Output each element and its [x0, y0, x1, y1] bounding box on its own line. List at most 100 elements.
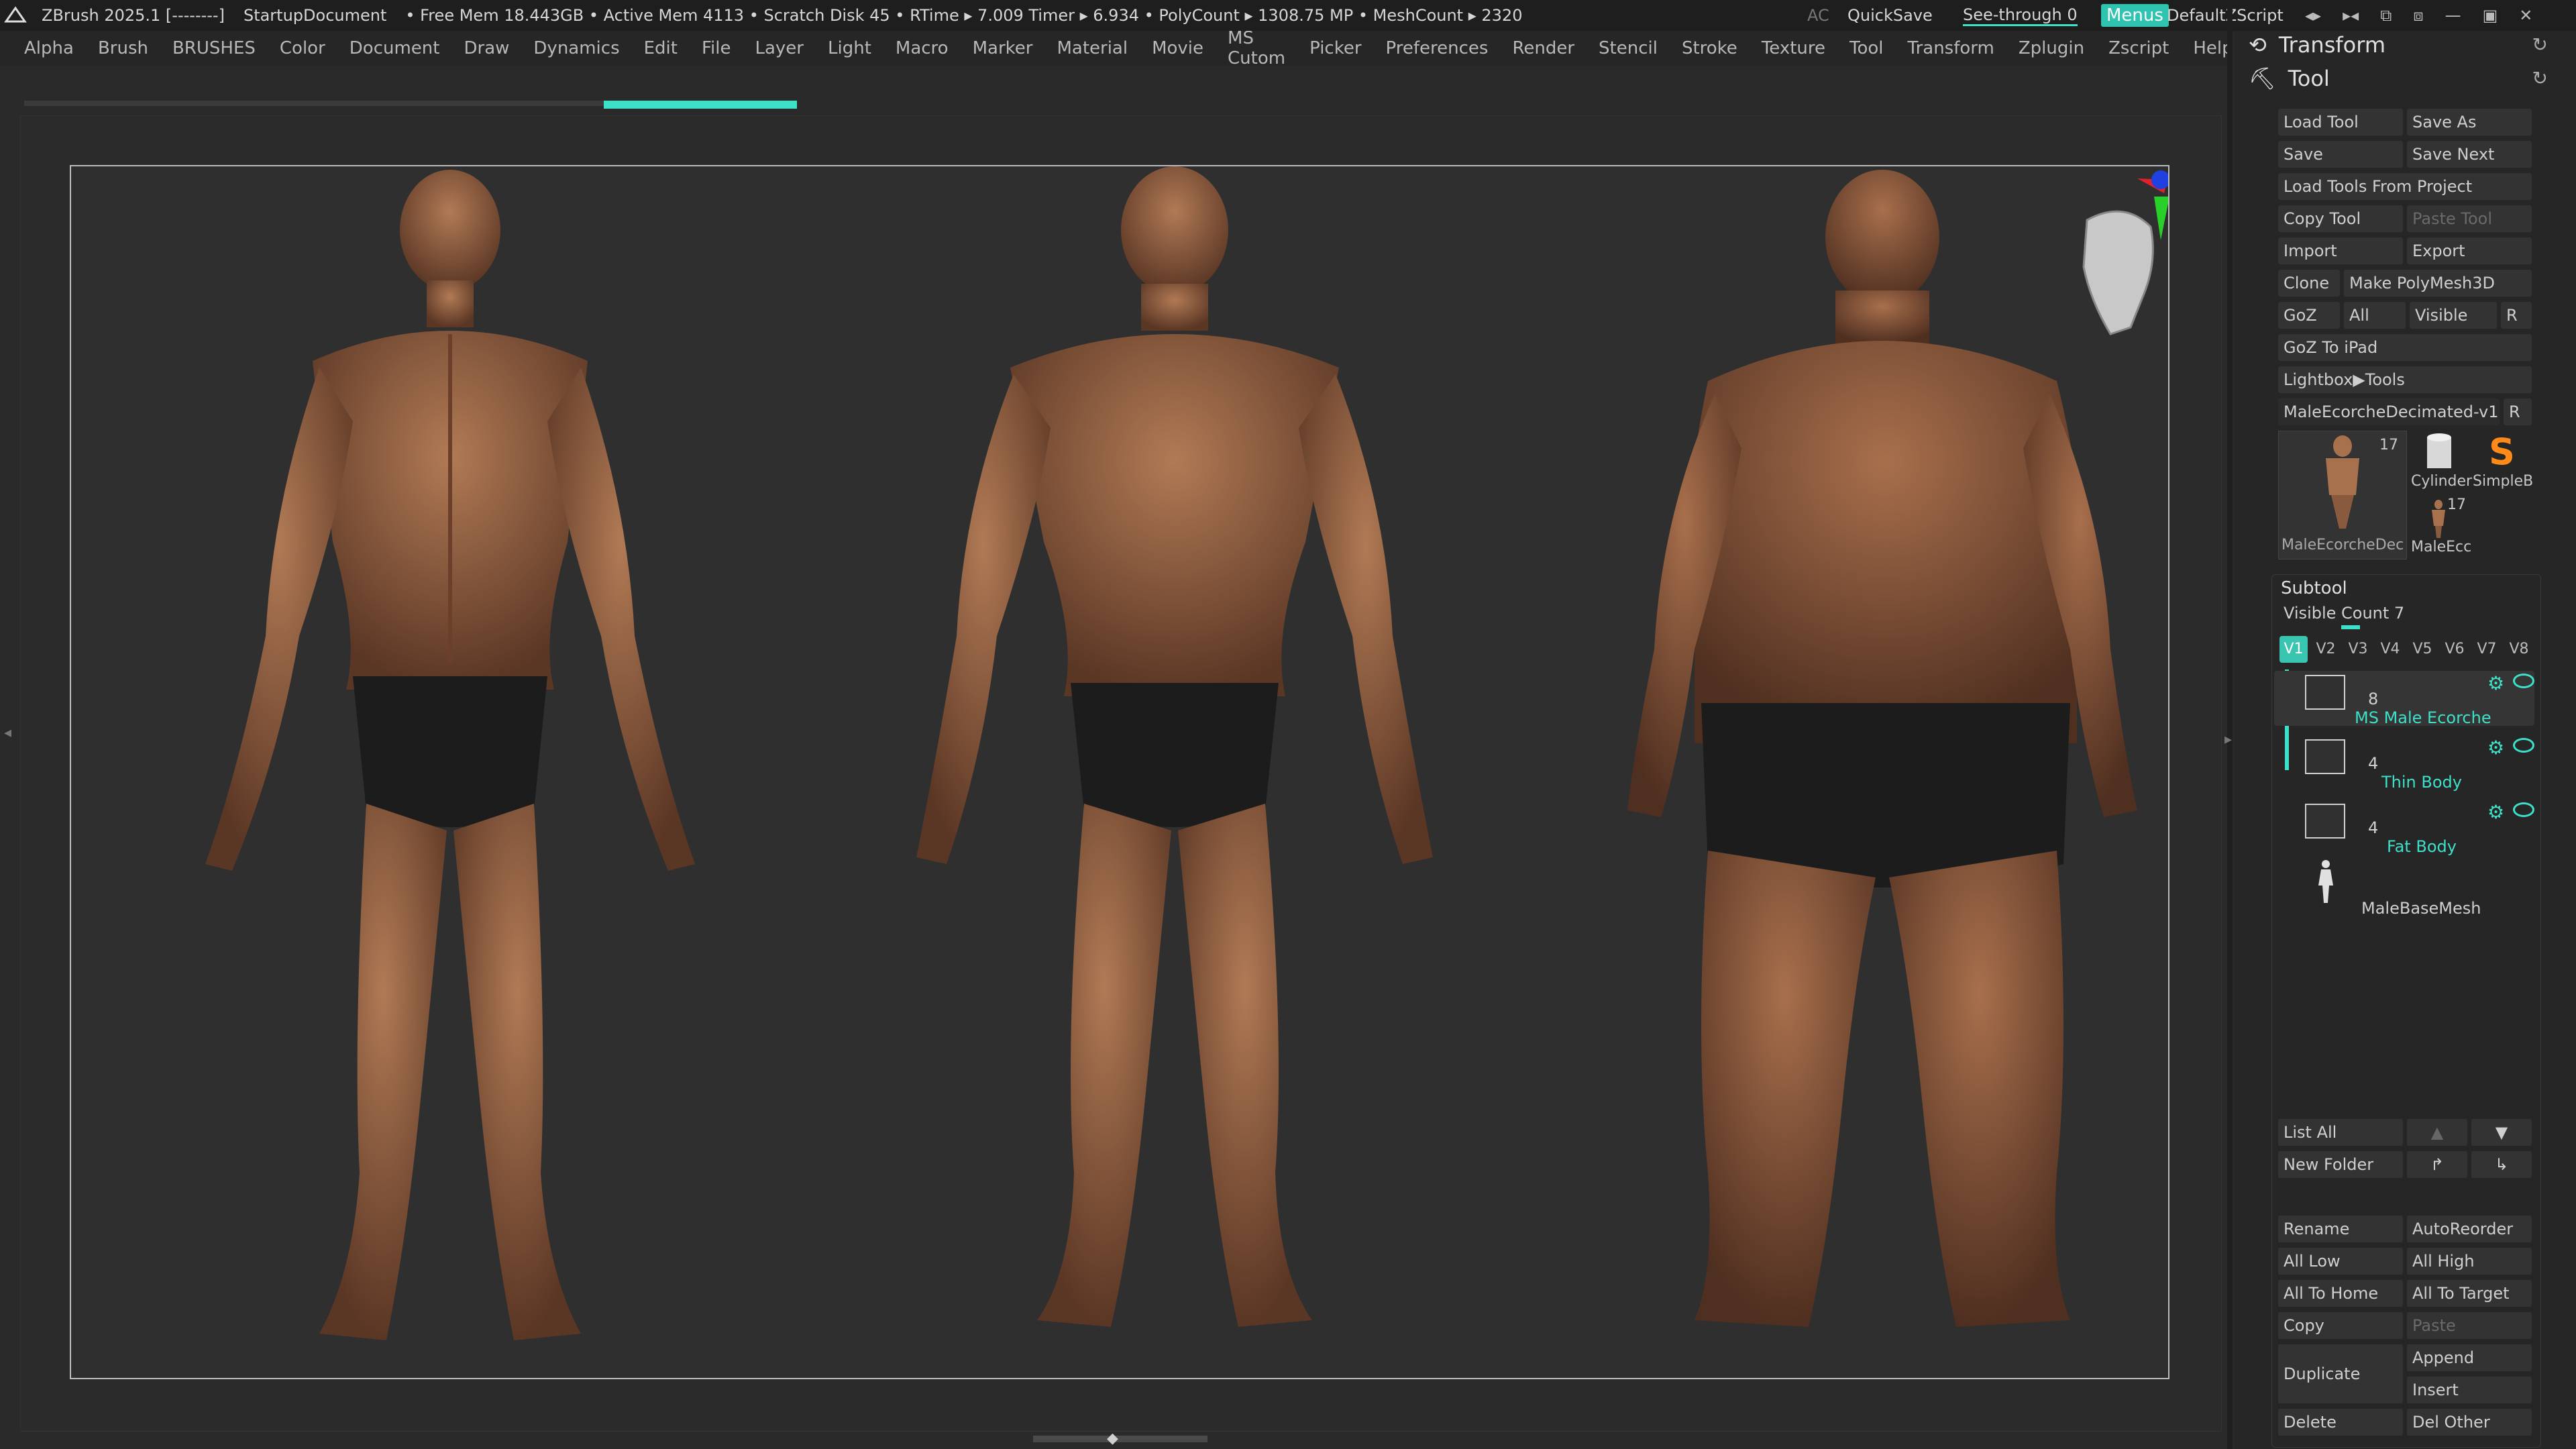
right-shelf-arrow-icon[interactable]: ▸ — [2224, 731, 2232, 748]
tool-thumbnail-simpleb[interactable]: S SimpleB — [2471, 431, 2533, 491]
menu-help[interactable]: Help — [2193, 38, 2227, 58]
insert-button[interactable]: Insert — [2407, 1377, 2532, 1403]
tool-thumbnail-male[interactable]: 17 MaleEcc — [2408, 496, 2471, 557]
menu-alpha[interactable]: Alpha — [24, 38, 74, 58]
subtool-title[interactable]: Subtool — [2281, 578, 2347, 598]
goz-to-ipad-button[interactable]: GoZ To iPad — [2278, 334, 2532, 361]
transform-reset-icon[interactable]: ↻ — [2532, 34, 2548, 56]
copy-button[interactable]: Copy — [2278, 1312, 2403, 1339]
menu-zscript[interactable]: Zscript — [2108, 38, 2169, 58]
gear-icon[interactable]: ⚙ — [2487, 801, 2504, 823]
minimize-icon[interactable]: — — [2445, 6, 2461, 25]
tab-v8[interactable]: V8 — [2505, 636, 2533, 663]
tab-v6[interactable]: V6 — [2440, 636, 2469, 663]
menu-layer[interactable]: Layer — [755, 38, 804, 58]
tool-reset-icon[interactable]: ↻ — [2532, 67, 2548, 89]
move-down-icon[interactable]: ▼ — [2471, 1119, 2532, 1146]
subtool-folder-thin-body[interactable]: 4 Thin Body ⚙ — [2274, 735, 2534, 792]
document-name[interactable]: StartupDocument — [244, 6, 386, 25]
subtool-item-malebasemesh[interactable]: MaleBaseMesh — [2274, 859, 2534, 918]
layout-icon-2[interactable]: ▸◂ — [2343, 6, 2359, 25]
new-folder-button[interactable]: New Folder — [2278, 1151, 2403, 1178]
save-next-button[interactable]: Save Next — [2407, 141, 2532, 168]
gear-icon[interactable]: ⚙ — [2487, 672, 2504, 694]
menu-draw[interactable]: Draw — [464, 38, 509, 58]
menu-material[interactable]: Material — [1057, 38, 1128, 58]
gear-icon[interactable]: ⚙ — [2487, 737, 2504, 759]
subtool-folder-ms-male-ecorche[interactable]: 8 MS Male Ecorche ⚙ — [2274, 671, 2534, 727]
left-shelf-arrow-icon[interactable]: ◂ — [4, 724, 11, 741]
move-into-folder-icon[interactable]: ↱ — [2407, 1151, 2467, 1178]
visible-count-slider[interactable]: Visible Count 7 — [2284, 604, 2404, 623]
save-button[interactable]: Save — [2278, 141, 2403, 168]
menu-stroke[interactable]: Stroke — [1682, 38, 1737, 58]
load-tool-button[interactable]: Load Tool — [2278, 109, 2403, 136]
window-control-icons[interactable]: ◂▸ ▸◂ ⧉ ⧈ — ▣ ✕ — [2294, 0, 2543, 31]
all-to-target-button[interactable]: All To Target — [2407, 1280, 2532, 1307]
goz-button[interactable]: GoZ — [2278, 302, 2340, 329]
menu-brush[interactable]: Brush — [98, 38, 148, 58]
move-out-folder-icon[interactable]: ↳ — [2471, 1151, 2532, 1178]
bottom-shelf-handle[interactable] — [1033, 1436, 1208, 1442]
delete-button[interactable]: Delete — [2278, 1409, 2403, 1436]
subtool-folder-fat-body[interactable]: 4 Fat Body ⚙ — [2274, 800, 2534, 856]
layout-icon-3[interactable]: ⧉ — [2380, 6, 2392, 25]
menu-dynamics[interactable]: Dynamics — [533, 38, 619, 58]
goz-r-button[interactable]: R — [2501, 302, 2532, 329]
menu-macro[interactable]: Macro — [896, 38, 949, 58]
paste-tool-button[interactable]: Paste Tool — [2407, 205, 2532, 232]
make-polymesh3d-button[interactable]: Make PolyMesh3D — [2344, 270, 2532, 297]
current-tool-r-button[interactable]: R — [2504, 398, 2532, 425]
document-viewport[interactable] — [70, 165, 2169, 1379]
menu-tool[interactable]: Tool — [1849, 38, 1884, 58]
menu-edit[interactable]: Edit — [644, 38, 678, 58]
lightbox-tools-button[interactable]: Lightbox▶Tools — [2278, 366, 2532, 393]
menu-marker[interactable]: Marker — [973, 38, 1033, 58]
save-as-button[interactable]: Save As — [2407, 109, 2532, 136]
eye-icon[interactable] — [2513, 674, 2534, 688]
append-button[interactable]: Append — [2407, 1344, 2532, 1371]
import-button[interactable]: Import — [2278, 237, 2403, 264]
menu-stencil[interactable]: Stencil — [1599, 38, 1658, 58]
maximize-icon[interactable]: ▣ — [2483, 6, 2498, 25]
all-to-home-button[interactable]: All To Home — [2278, 1280, 2403, 1307]
tab-v3[interactable]: V3 — [2344, 636, 2372, 663]
layout-icon-1[interactable]: ◂▸ — [2305, 6, 2321, 25]
duplicate-button[interactable]: Duplicate — [2278, 1344, 2403, 1403]
autoreorder-button[interactable]: AutoReorder — [2407, 1216, 2532, 1242]
menu-document[interactable]: Document — [350, 38, 440, 58]
load-tools-from-project-button[interactable]: Load Tools From Project — [2278, 173, 2532, 200]
copy-tool-button[interactable]: Copy Tool — [2278, 205, 2403, 232]
all-low-button[interactable]: All Low — [2278, 1248, 2403, 1275]
tab-v4[interactable]: V4 — [2376, 636, 2404, 663]
tool-thumbnail-cylinder[interactable]: Cylinder — [2408, 431, 2472, 491]
menu-light[interactable]: Light — [828, 38, 871, 58]
goz-visible-button[interactable]: Visible — [2410, 302, 2497, 329]
menu-file[interactable]: File — [702, 38, 731, 58]
quicksave-button[interactable]: QuickSave — [1838, 0, 1942, 31]
close-icon[interactable]: ✕ — [2519, 6, 2532, 25]
current-tool-slider[interactable]: MaleEcorcheDecimated-v1.1 — [2278, 398, 2500, 425]
expand-bottom-icon[interactable]: ◆ — [1107, 1430, 1118, 1447]
export-button[interactable]: Export — [2407, 237, 2532, 264]
tab-v1[interactable]: V1 — [2279, 636, 2308, 663]
menu-render[interactable]: Render — [1512, 38, 1574, 58]
visible-count-slider-knob[interactable] — [2341, 625, 2360, 629]
goz-all-button[interactable]: All — [2344, 302, 2406, 329]
tab-v7[interactable]: V7 — [2473, 636, 2501, 663]
list-all-button[interactable]: List All — [2278, 1119, 2403, 1146]
menu-picker[interactable]: Picker — [1309, 38, 1361, 58]
zscript-label[interactable]: DefaultZScript — [2157, 0, 2293, 31]
paste-button[interactable]: Paste — [2407, 1312, 2532, 1339]
menu-movie[interactable]: Movie — [1152, 38, 1203, 58]
menu-brushes[interactable]: BRUSHES — [172, 38, 256, 58]
orientation-head-gizmo[interactable] — [2082, 170, 2168, 335]
menu-transform[interactable]: Transform — [1908, 38, 1994, 58]
rename-button[interactable]: Rename — [2278, 1216, 2403, 1242]
tool-palette-header[interactable]: ⛏ Tool — [2249, 66, 2330, 91]
see-through-slider[interactable]: See-through 0 — [1953, 0, 2087, 31]
layout-icon-4[interactable]: ⧈ — [2413, 6, 2423, 25]
transform-palette-header[interactable]: ⟲ Transform — [2249, 32, 2385, 58]
menu-ms-cutom[interactable]: MS Cutom — [1228, 31, 1285, 66]
panel-divider[interactable] — [2227, 0, 2233, 1449]
